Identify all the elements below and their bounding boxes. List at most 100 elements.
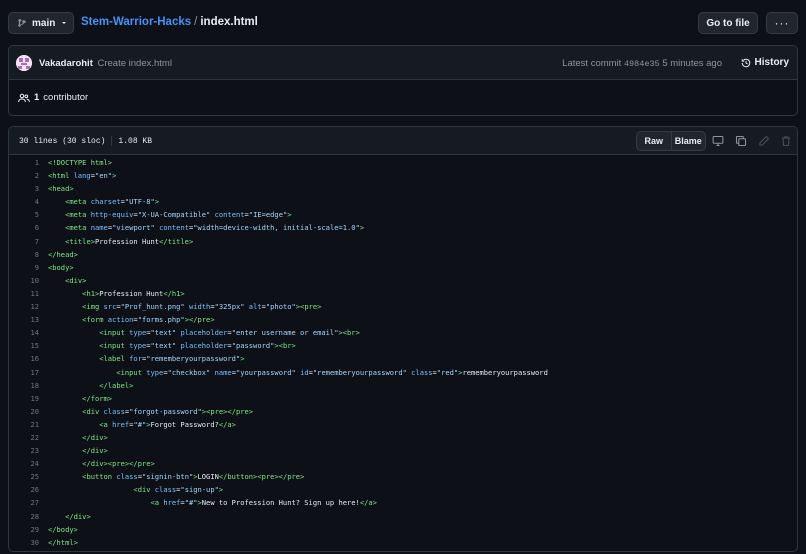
code-line: 25 <button class="signin-btn">LOGIN</but…: [9, 470, 797, 483]
code-token: </div>: [65, 511, 91, 521]
code-token: </head>: [48, 249, 78, 259]
branch-name: main: [32, 17, 56, 29]
line-number[interactable]: 4: [9, 195, 40, 208]
line-number[interactable]: 23: [9, 444, 40, 457]
line-number[interactable]: 12: [9, 300, 40, 313]
code-text: </div>: [40, 431, 108, 444]
more-options-button[interactable]: ···: [766, 12, 798, 34]
code-token: class: [411, 367, 433, 377]
code-line: 15 <input type="text" placeholder="passw…: [9, 339, 797, 352]
line-number[interactable]: 13: [9, 313, 40, 326]
code-token: class: [103, 406, 125, 416]
file-viewer-header: 30 lines (30 sloc) 1.08 KB Raw Blame: [9, 127, 797, 155]
code-token: <pre>: [206, 406, 228, 416]
info-divider: [111, 136, 113, 146]
code-token: <!DOCTYPE html>: [48, 158, 113, 167]
history-link[interactable]: History: [741, 57, 789, 68]
line-number[interactable]: 7: [9, 235, 40, 248]
code-token: Profession Hunt: [95, 236, 160, 246]
code-line: 12 <img src="Prof_hunt.png" width="325px…: [9, 300, 797, 313]
desktop-icon[interactable]: [712, 135, 724, 147]
raw-blame-group: Raw Blame: [636, 131, 706, 151]
code-token: "Prof_hunt.png": [120, 302, 185, 312]
code-text: </html>: [40, 536, 78, 549]
trash-icon[interactable]: [780, 135, 792, 147]
code-token: <meta: [65, 197, 91, 207]
line-number[interactable]: 6: [9, 221, 40, 234]
code-token: Forgot Password?: [150, 419, 219, 429]
line-number[interactable]: 11: [9, 287, 40, 300]
code-token: </pre>: [227, 406, 254, 416]
line-number[interactable]: 1: [9, 156, 40, 169]
code-token: rememberyourpassword: [462, 367, 548, 377]
go-to-file-button[interactable]: Go to file: [698, 12, 758, 34]
code-text: <input type="text" placeholder="enter us…: [40, 326, 360, 339]
code-token: <input: [99, 341, 130, 351]
line-number[interactable]: 22: [9, 431, 40, 444]
code-listing: 1 <!DOCTYPE html> 2 <html lang="en"> 3 <head>…: [9, 156, 797, 549]
commit-author[interactable]: Vakadarohit: [39, 58, 93, 69]
code-token: </pre>: [129, 459, 155, 469]
code-token: <button: [82, 472, 117, 482]
blame-button[interactable]: Blame: [670, 132, 706, 150]
code-text: <meta name="viewport" content="width=dev…: [40, 221, 364, 234]
code-text: <input type="checkbox" name="yourpasswor…: [40, 366, 548, 379]
commit-sha[interactable]: 4984e35: [624, 59, 660, 69]
line-number[interactable]: 8: [9, 248, 40, 261]
code-token: <img: [82, 302, 104, 312]
code-token: <div>: [65, 275, 87, 285]
line-number[interactable]: 2: [9, 169, 40, 182]
commit-summary: Vakadarohit Create index.html: [39, 58, 172, 69]
commit-message[interactable]: Create index.html: [98, 58, 172, 69]
code-token: <pre>: [107, 459, 130, 469]
code-token: <br>: [342, 328, 360, 338]
code-token: New to Profession Hunt? Sign up here!: [201, 498, 360, 508]
line-number[interactable]: 15: [9, 339, 40, 352]
line-number[interactable]: 30: [9, 536, 40, 549]
code-token: <input: [116, 367, 147, 377]
code-token: placeholder: [180, 341, 228, 351]
code-text: <label for="rememberyourpassword">: [40, 352, 245, 365]
breadcrumb-separator: /: [194, 16, 198, 28]
code-line: 14 <input type="text" placeholder="enter…: [9, 326, 797, 339]
line-number[interactable]: 19: [9, 392, 40, 405]
copy-icon[interactable]: [735, 135, 747, 147]
branch-selector[interactable]: main: [8, 12, 74, 34]
file-size: 1.08 KB: [118, 137, 153, 147]
line-number[interactable]: 18: [9, 379, 40, 392]
line-number[interactable]: 5: [9, 208, 40, 221]
avatar[interactable]: [16, 55, 32, 71]
code-token: content: [159, 223, 189, 233]
code-line: 3 <head>: [9, 182, 797, 195]
line-number[interactable]: 16: [9, 352, 40, 365]
code-token: "UTF-8": [124, 197, 155, 207]
line-number[interactable]: 26: [9, 483, 40, 496]
code-token: </body>: [48, 524, 78, 534]
line-number[interactable]: 9: [9, 261, 40, 274]
line-number[interactable]: 21: [9, 418, 40, 431]
code-token: <input: [99, 328, 130, 338]
line-count: 30 lines (30 sloc): [19, 137, 106, 147]
line-number[interactable]: 25: [9, 470, 40, 483]
code-line: 7 <title>Profession Hunt</title>: [9, 235, 797, 248]
commit-time: 5 minutes ago: [662, 58, 722, 69]
line-number[interactable]: 17: [9, 366, 40, 379]
code-token: http-equiv: [90, 210, 134, 220]
raw-button[interactable]: Raw: [637, 132, 671, 150]
breadcrumb-repo-link[interactable]: Stem-Warrior-Hacks: [81, 16, 191, 28]
history-icon: [741, 58, 750, 67]
line-number[interactable]: 28: [9, 510, 40, 523]
code-token: >: [240, 354, 245, 364]
pencil-icon[interactable]: [758, 135, 770, 147]
line-number[interactable]: 29: [9, 523, 40, 536]
code-line: 4 <meta charset="UTF-8">: [9, 195, 797, 208]
line-number[interactable]: 10: [9, 274, 40, 287]
contributors-link[interactable]: 1 contributor: [18, 92, 88, 103]
code-line: 16 <label for="rememberyourpassword">: [9, 352, 797, 365]
line-number[interactable]: 20: [9, 405, 40, 418]
line-number[interactable]: 3: [9, 182, 40, 195]
line-number[interactable]: 14: [9, 326, 40, 339]
line-number[interactable]: 27: [9, 496, 40, 509]
line-number[interactable]: 24: [9, 457, 40, 470]
code-line: 30 </html>: [9, 536, 797, 549]
